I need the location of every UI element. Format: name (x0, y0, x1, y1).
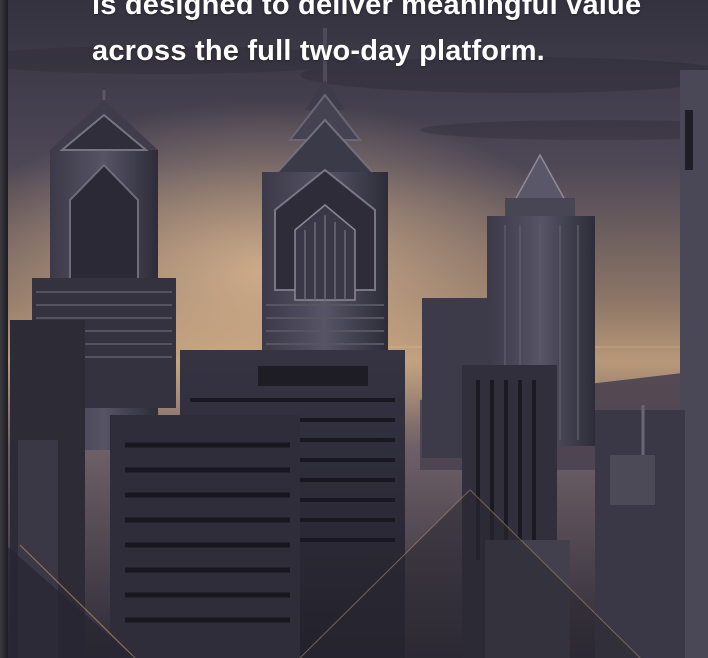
skyline-illustration (0, 0, 708, 658)
caption-line-2: across the full two-day platform. (92, 35, 545, 67)
skyline-card: is designed to deliver meaningful value … (0, 0, 708, 658)
left-edge-strip (0, 0, 8, 658)
caption-line-1: is designed to deliver meaningful value (92, 0, 642, 21)
caption-text: is designed to deliver meaningful value … (92, 0, 692, 74)
